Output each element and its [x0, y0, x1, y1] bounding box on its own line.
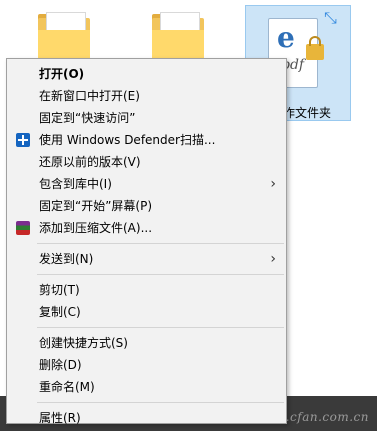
menu-item-label: 在新窗口中打开(E)	[39, 89, 140, 103]
menu-item-label: 使用 Windows Defender扫描...	[39, 133, 216, 147]
menu-item-delete[interactable]: 删除(D)	[7, 354, 286, 376]
menu-item-copy[interactable]: 复制(C)	[7, 301, 286, 323]
menu-item-restore-previous[interactable]: 还原以前的版本(V)	[7, 151, 286, 173]
menu-item-send-to[interactable]: 发送到(N) ›	[7, 248, 286, 270]
menu-separator	[37, 274, 284, 275]
menu-item-label: 发送到(N)	[39, 252, 94, 266]
menu-item-add-to-archive[interactable]: 添加到压缩文件(A)...	[7, 217, 286, 239]
menu-item-pin-quick-access[interactable]: 固定到“快速访问”	[7, 107, 286, 129]
menu-item-label: 剪切(T)	[39, 283, 80, 297]
menu-item-rename[interactable]: 重命名(M)	[7, 376, 286, 398]
menu-item-open[interactable]: 打开(O)	[7, 63, 286, 85]
menu-item-include-in-library[interactable]: 包含到库中(I) ›	[7, 173, 286, 195]
menu-item-label: 还原以前的版本(V)	[39, 155, 141, 169]
menu-item-label: 打开(O)	[39, 67, 85, 81]
menu-item-defender-scan[interactable]: 使用 Windows Defender扫描...	[7, 129, 286, 151]
selected-folder-label: 作文件夹	[283, 106, 332, 120]
menu-item-label: 固定到“快速访问”	[39, 111, 136, 125]
menu-item-open-new-window[interactable]: 在新窗口中打开(E)	[7, 85, 286, 107]
menu-item-label: 删除(D)	[39, 358, 82, 372]
menu-item-pin-start[interactable]: 固定到“开始”屏幕(P)	[7, 195, 286, 217]
menu-item-create-shortcut[interactable]: 创建快捷方式(S)	[7, 332, 286, 354]
menu-item-properties[interactable]: 属性(R)	[7, 407, 286, 429]
menu-item-label: 复制(C)	[39, 305, 81, 319]
menu-item-cut[interactable]: 剪切(T)	[7, 279, 286, 301]
expand-arrows-icon: ⤡	[324, 8, 337, 27]
lock-icon	[306, 36, 324, 60]
menu-item-label: 固定到“开始”屏幕(P)	[39, 199, 153, 213]
menu-item-label: 属性(R)	[39, 411, 81, 425]
menu-item-label: 包含到库中(I)	[39, 177, 112, 191]
menu-separator	[37, 327, 284, 328]
menu-item-label: 重命名(M)	[39, 380, 95, 394]
chevron-right-icon: ›	[270, 251, 276, 267]
menu-item-label: 创建快捷方式(S)	[39, 336, 128, 350]
menu-item-label: 添加到压缩文件(A)...	[39, 221, 153, 235]
menu-separator	[37, 402, 284, 403]
chevron-right-icon: ›	[270, 176, 276, 192]
windows-defender-icon	[16, 133, 30, 147]
context-menu: 打开(O) 在新窗口中打开(E) 固定到“快速访问” 使用 Windows De…	[6, 58, 287, 425]
menu-separator	[37, 243, 284, 244]
winrar-icon	[16, 221, 30, 235]
